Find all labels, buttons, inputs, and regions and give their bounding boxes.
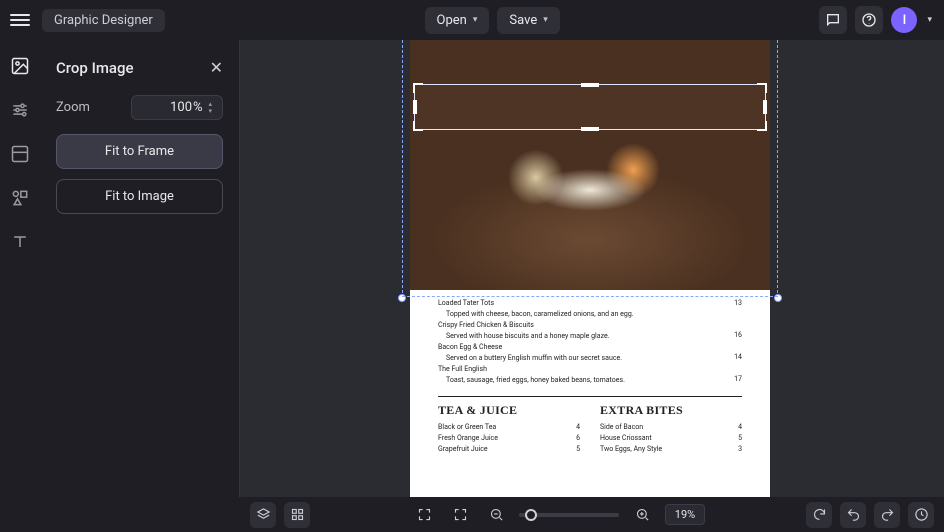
crop-corner[interactable]: [413, 121, 423, 131]
menu-item: Bacon Egg & Cheese Served on a buttery E…: [438, 342, 742, 364]
redo-icon[interactable]: [874, 502, 900, 528]
undo-icon[interactable]: [840, 502, 866, 528]
topbar: Graphic Designer Open▾ Save▾ I ▾: [0, 0, 944, 40]
menu-item: Crispy Fried Chicken & Biscuits Served w…: [438, 320, 742, 342]
fit-width-icon[interactable]: [447, 502, 473, 528]
crop-corner[interactable]: [757, 121, 767, 131]
zoom-label: Zoom: [56, 100, 90, 115]
account-chevron-icon[interactable]: ▾: [925, 15, 934, 25]
menu-icon[interactable]: [10, 10, 30, 30]
image-tool-icon[interactable]: [10, 56, 30, 76]
canvas[interactable]: Loaded Tater Tots Topped with cheese, ba…: [240, 40, 944, 497]
shapes-tool-icon[interactable]: [10, 188, 30, 208]
app-title: Graphic Designer: [42, 9, 165, 32]
zoom-unit: %: [193, 100, 203, 115]
zoom-step-down[interactable]: ▾: [209, 108, 213, 115]
crop-bottom-edge[interactable]: [402, 296, 778, 297]
fit-screen-icon[interactable]: [411, 502, 437, 528]
menu-column-tea: TEA & JUICE Black or Green Tea4 Fresh Or…: [438, 405, 580, 455]
adjust-tool-icon[interactable]: [10, 100, 30, 120]
zoom-input[interactable]: [140, 100, 192, 115]
comment-icon[interactable]: [819, 6, 847, 34]
menu-item: Loaded Tater Tots Topped with cheese, ba…: [438, 298, 742, 320]
layout-tool-icon[interactable]: [10, 144, 30, 164]
zoom-out-icon[interactable]: [483, 502, 509, 528]
crop-panel: Crop Image ✕ Zoom % ▴ ▾ Fit to Frame Fit…: [40, 40, 240, 497]
history-icon[interactable]: [908, 502, 934, 528]
text-tool-icon[interactable]: [10, 232, 30, 252]
left-rail: [0, 40, 40, 497]
crop-outer-bounds[interactable]: [402, 40, 778, 298]
zoom-in-icon[interactable]: [629, 502, 655, 528]
avatar[interactable]: I: [891, 7, 917, 33]
menu-text: Loaded Tater Tots Topped with cheese, ba…: [438, 298, 742, 455]
crop-edge-handle[interactable]: [763, 100, 767, 114]
crop-edge-handle[interactable]: [581, 127, 599, 131]
crop-inner-frame[interactable]: [414, 84, 766, 130]
refresh-icon[interactable]: [806, 502, 832, 528]
fit-to-image-button[interactable]: Fit to Image: [56, 179, 223, 214]
bottombar: 19%: [0, 497, 944, 532]
crop-edge-handle[interactable]: [581, 83, 599, 87]
crop-corner[interactable]: [413, 83, 423, 93]
panel-title: Crop Image: [56, 59, 134, 77]
grid-icon[interactable]: [284, 502, 310, 528]
fit-to-frame-button[interactable]: Fit to Frame: [56, 134, 223, 169]
open-button[interactable]: Open▾: [425, 7, 490, 34]
help-icon[interactable]: [855, 6, 883, 34]
zoom-display[interactable]: 19%: [665, 504, 705, 525]
menu-column-extra: EXTRA BITES Side of Bacon4 House Criossa…: [600, 405, 742, 455]
save-button[interactable]: Save▾: [497, 7, 559, 34]
zoom-slider[interactable]: [519, 513, 619, 517]
zoom-slider-thumb[interactable]: [525, 509, 537, 521]
zoom-input-wrap: % ▴ ▾: [131, 95, 223, 120]
menu-item: The Full English Toast, sausage, fried e…: [438, 364, 742, 386]
crop-edge-handle[interactable]: [413, 100, 417, 114]
layers-icon[interactable]: [250, 502, 276, 528]
crop-corner[interactable]: [757, 83, 767, 93]
close-icon[interactable]: ✕: [210, 58, 223, 77]
